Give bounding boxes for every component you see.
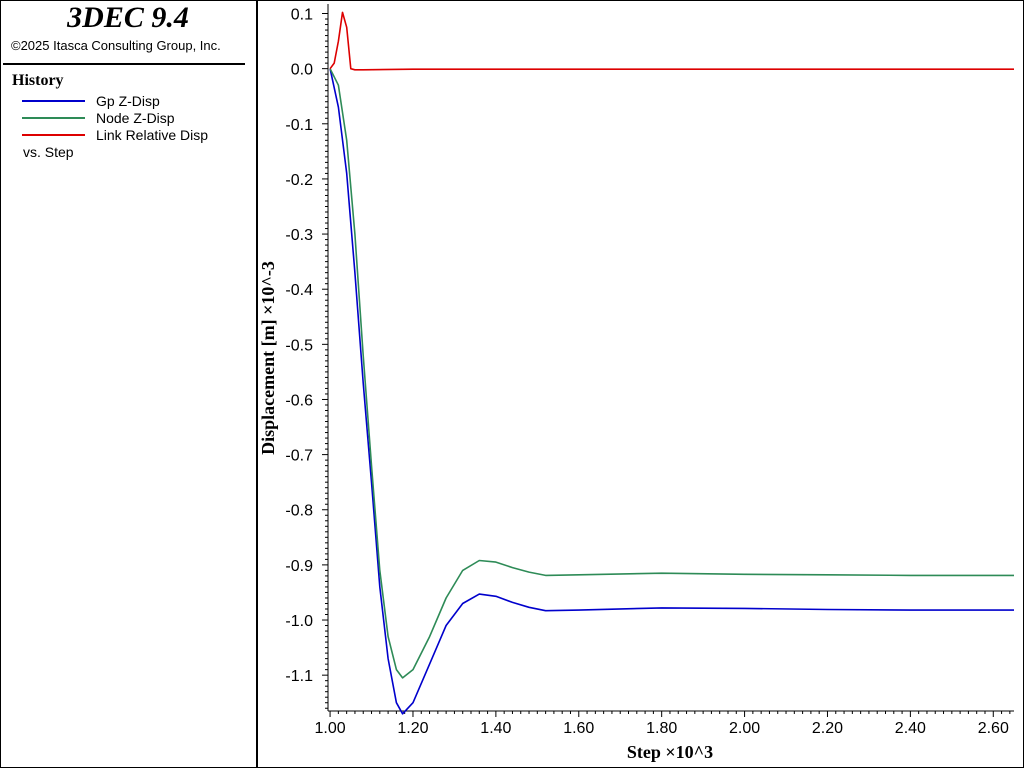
y-tick-label: -0.4 [285, 282, 313, 299]
y-tick-label: -0.7 [285, 448, 313, 465]
chart-ticks: 1.00 1.20 1.40 1.60 1.80 2.00 2.20 2.40 2.60 0.1 0… [285, 7, 1011, 737]
y-tick-label: -0.2 [285, 172, 313, 189]
legend-swatch-link-relative-disp [22, 134, 85, 136]
y-tick-label: -1.1 [285, 668, 313, 685]
x-tick-label: 2.20 [812, 720, 843, 737]
app-title: 3DEC 9.4 [67, 1, 189, 34]
chart-series [329, 11, 1014, 715]
title-divider [3, 63, 245, 65]
x-tick-label: 2.60 [978, 720, 1009, 737]
history-chart: 1.00 1.20 1.40 1.60 1.80 2.00 2.20 2.40 2.60 0.1 0… [258, 4, 1014, 762]
x-tick-label: 2.40 [895, 720, 926, 737]
y-tick-label: -0.1 [285, 117, 313, 134]
y-tick-label: 0.0 [291, 62, 313, 79]
chart-axes [327, 4, 1014, 712]
series-line-node-z-disp [329, 68, 1014, 679]
x-tick-label: 1.20 [397, 720, 428, 737]
y-axis-title: Displacement [m] ×10^-3 [258, 261, 278, 455]
y-tick-label: 0.1 [291, 7, 313, 24]
copyright-text: ©2025 Itasca Consulting Group, Inc. [11, 38, 221, 53]
x-tick-label: 1.00 [315, 720, 346, 737]
series-line-link-relative-disp [329, 11, 1014, 71]
y-tick-label: -0.3 [285, 227, 313, 244]
legend-heading: History [12, 72, 64, 89]
x-tick-label: 1.60 [563, 720, 594, 737]
legend-label-gp-z-disp: Gp Z-Disp [96, 93, 160, 109]
x-tick-label: 1.40 [480, 720, 511, 737]
x-axis-title: Step ×10^3 [627, 742, 713, 762]
y-tick-label: -0.9 [285, 558, 313, 575]
legend-swatch-node-z-disp [22, 117, 85, 119]
x-tick-label: 1.80 [646, 720, 677, 737]
legend-label-node-z-disp: Node Z-Disp [96, 110, 175, 126]
legend-vs-label: vs. Step [23, 144, 74, 160]
y-tick-label: -0.8 [285, 503, 313, 520]
legend-label-link-relative-disp: Link Relative Disp [96, 127, 209, 143]
y-tick-label: -0.5 [285, 337, 313, 354]
y-tick-label: -1.0 [285, 613, 313, 630]
y-tick-label: -0.6 [285, 392, 313, 409]
x-tick-label: 2.00 [729, 720, 760, 737]
series-line-gp-z-disp [329, 68, 1014, 715]
legend-panel: 3DEC 9.4 ©2025 Itasca Consulting Group, … [0, 0, 256, 768]
legend-swatch-gp-z-disp [22, 100, 85, 102]
